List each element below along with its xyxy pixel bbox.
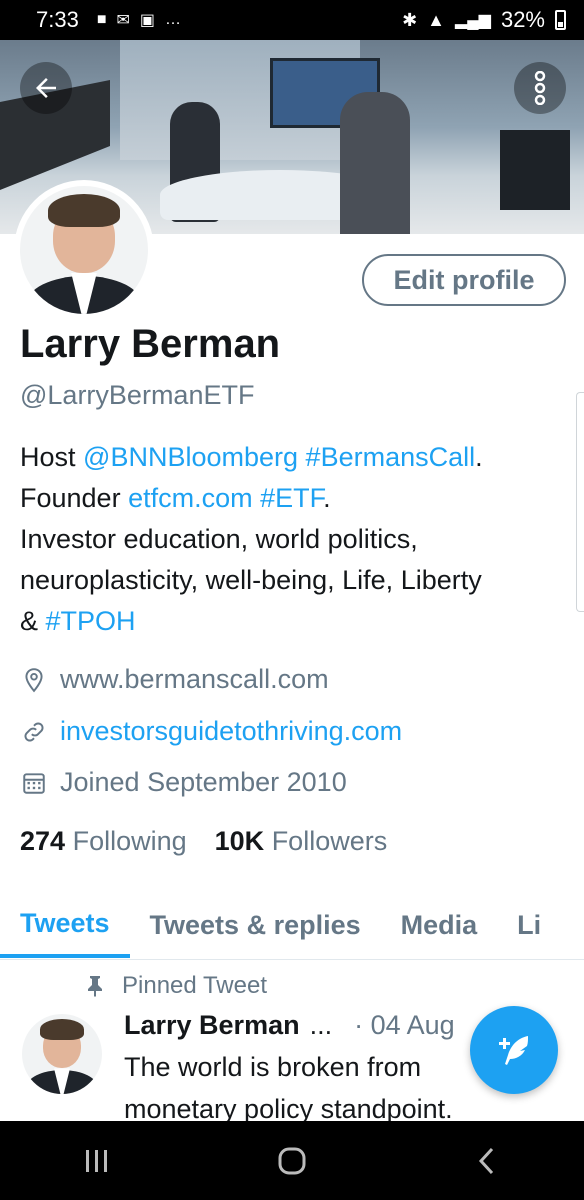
bio-hashtag-link[interactable]: #ETF <box>260 483 323 513</box>
following-label: Following <box>72 826 187 856</box>
mail-icon: ✉ <box>116 12 130 29</box>
profile-bio: Host @BNNBloomberg #BermansCall. Founder… <box>20 437 570 642</box>
more-notifications-icon: … <box>165 11 182 28</box>
tab-tweets[interactable]: Tweets <box>0 892 130 958</box>
more-options-button[interactable] <box>514 62 566 114</box>
profile-joined: Joined September 2010 <box>20 767 347 798</box>
battery-icon <box>555 10 566 30</box>
bio-hashtag-link[interactable]: #BermansCall <box>306 442 476 472</box>
system-navigation-bar <box>0 1121 584 1200</box>
link-icon <box>20 718 48 746</box>
profile-location: www.bermanscall.com <box>20 664 329 695</box>
profile-website[interactable]: investorsguidetothriving.com <box>20 716 402 747</box>
tab-tweets-replies[interactable]: Tweets & replies <box>130 892 381 958</box>
recent-apps-icon <box>86 1149 108 1172</box>
website-link[interactable]: investorsguidetothriving.com <box>60 716 402 747</box>
image-icon: ▣ <box>139 12 156 29</box>
more-vertical-icon <box>534 71 546 105</box>
screen-mirror-icon: ■ <box>96 11 107 28</box>
scroll-handle[interactable] <box>576 392 584 612</box>
bluetooth-icon: ✱ <box>402 9 418 30</box>
recent-apps-button[interactable] <box>67 1131 127 1191</box>
bio-text: . <box>323 483 331 513</box>
banner-person-right <box>340 92 410 234</box>
home-button[interactable] <box>262 1131 322 1191</box>
location-pin-icon <box>20 666 48 694</box>
bio-text: & <box>20 606 46 636</box>
following-count: 274 <box>20 826 66 856</box>
pinned-text: Pinned Tweet <box>122 972 267 999</box>
banner-studio-light <box>500 130 570 210</box>
status-time: 7:33 <box>36 7 79 32</box>
bio-hashtag-link[interactable]: #TPOH <box>46 606 136 636</box>
arrow-left-icon <box>36 78 56 98</box>
profile-tabs: Tweets Tweets & replies Media Li <box>0 892 584 960</box>
status-bar: 7:33 ■ ✉ ▣ … ✱ ▲ ▂▄▆ 32% <box>0 0 584 40</box>
avatar-image <box>20 186 148 314</box>
location-text: www.bermanscall.com <box>60 664 329 694</box>
chevron-left-icon <box>478 1147 493 1174</box>
bio-text: neuroplasticity, well-being, Life, Liber… <box>20 565 482 595</box>
followers-label: Followers <box>271 826 388 856</box>
bio-text: Investor education, world politics, <box>20 524 418 554</box>
pin-icon <box>88 976 102 997</box>
tweet-avatar[interactable] <box>22 1014 102 1094</box>
system-back-button[interactable] <box>457 1131 517 1191</box>
compose-tweet-button[interactable] <box>470 1006 558 1094</box>
pinned-tweet-label: Pinned Tweet <box>86 972 267 1000</box>
home-icon <box>278 1147 306 1174</box>
bio-site-link[interactable]: etfcm.com <box>128 483 253 513</box>
profile-name: Larry Berman <box>20 322 281 366</box>
joined-text: Joined September 2010 <box>60 767 347 797</box>
tweet-header: Larry Berman ... · 04 Aug <box>124 1010 455 1041</box>
tab-likes[interactable]: Li <box>497 892 541 958</box>
compose-feather-icon <box>499 1036 528 1065</box>
profile-avatar[interactable] <box>14 180 154 320</box>
back-button[interactable] <box>20 62 72 114</box>
tweet-author-ellipsis: ... <box>309 1010 333 1040</box>
following-link[interactable]: 274 Following <box>20 826 187 857</box>
tweet-avatar-image <box>22 1014 102 1094</box>
tweet-date: · 04 Aug <box>354 1010 455 1040</box>
signal-icon: ▂▄▆ <box>455 12 491 29</box>
calendar-icon <box>20 769 48 797</box>
followers-count: 10K <box>214 826 265 856</box>
bio-text: Host <box>20 442 84 472</box>
bio-text: . <box>475 442 483 472</box>
followers-link[interactable]: 10K Followers <box>215 826 388 857</box>
follow-stats: 274 Following 10K Followers <box>20 826 387 857</box>
battery-level: 32% <box>500 7 545 32</box>
tab-media[interactable]: Media <box>381 892 498 958</box>
bio-mention-link[interactable]: @BNNBloomberg <box>83 442 298 472</box>
wifi-icon: ▲ <box>427 9 445 30</box>
bio-text: Founder <box>20 483 129 513</box>
edit-profile-button[interactable]: Edit profile <box>362 254 566 306</box>
profile-handle: @LarryBermanETF <box>20 380 255 410</box>
tweet-author[interactable]: Larry Berman <box>124 1010 300 1041</box>
